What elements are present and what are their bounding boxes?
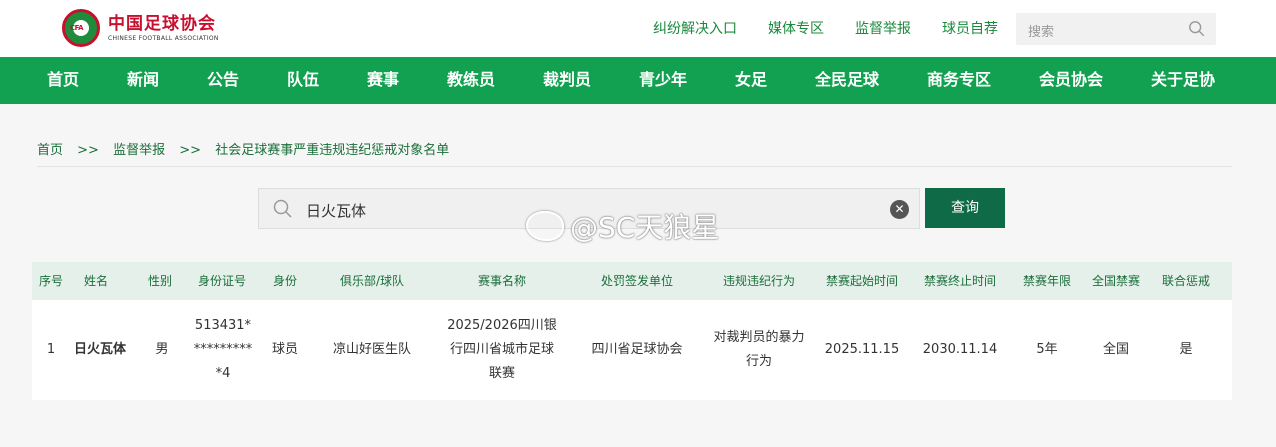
breadcrumb-separator: >> xyxy=(77,143,99,158)
top-link-media[interactable]: 媒体专区 xyxy=(768,20,824,38)
col-header: 赛事名称 xyxy=(477,274,526,288)
watermark-text: @SC天狼星 xyxy=(570,211,720,244)
top-link-report[interactable]: 监督举报 xyxy=(855,20,911,38)
logo-title: 中国足球协会 xyxy=(108,13,216,34)
cell-index: 1 xyxy=(46,342,56,357)
nav-youth[interactable]: 青少年 xyxy=(639,69,687,91)
breadcrumb-home[interactable]: 首页 xyxy=(37,143,63,158)
nav-events[interactable]: 赛事 xyxy=(367,69,399,91)
nav-grassroots[interactable]: 全民足球 xyxy=(815,69,879,91)
site-search-placeholder: 搜索 xyxy=(1028,25,1055,40)
logo-subtitle: CHINESE FOOTBALL ASSOCIATION xyxy=(108,34,219,42)
nav-announcements[interactable]: 公告 xyxy=(207,69,239,91)
cell-id-number: 513431* ********* *4 xyxy=(193,318,253,381)
cell-joint-punishment: 是 xyxy=(1179,342,1193,357)
cell-ban-end: 2030.11.14 xyxy=(922,342,998,357)
cell-role: 球员 xyxy=(271,342,298,357)
col-header: 禁赛终止时间 xyxy=(923,274,996,288)
search-icon xyxy=(273,199,292,218)
query-value[interactable]: 日火瓦体 xyxy=(306,200,366,221)
col-header: 禁赛年限 xyxy=(1022,274,1071,288)
cell-violation: 对裁判员的暴力 行为 xyxy=(713,330,805,369)
cell-competition: 2025/2026四川银 行四川省城市足球 联赛 xyxy=(447,318,557,381)
cell-issuer: 四川省足球协会 xyxy=(591,342,683,357)
breadcrumb-separator: >> xyxy=(179,143,202,158)
breadcrumb: 首页 >> 监督举报 >> 社会足球赛事严重违规违纪惩戒对象名单 xyxy=(37,139,459,158)
cell-name: 日火瓦体 xyxy=(73,342,126,357)
search-icon[interactable] xyxy=(1188,20,1206,38)
nav-referees[interactable]: 裁判员 xyxy=(543,69,591,91)
divider xyxy=(37,166,1232,167)
weibo-watermark: @SC天狼星 xyxy=(526,206,719,246)
col-header: 序号 xyxy=(38,274,63,288)
table-row: 1 日火瓦体 男 513431* ********* *4 球员 凉山好医生队 … xyxy=(32,300,1232,400)
col-header: 全国禁赛 xyxy=(1091,274,1140,288)
top-link-dispute[interactable]: 纠纷解决入口 xyxy=(653,20,737,38)
cell-gender: 男 xyxy=(155,342,169,357)
nav-teams[interactable]: 队伍 xyxy=(287,69,319,91)
breadcrumb-current: 社会足球赛事严重违规违纪惩戒对象名单 xyxy=(215,143,450,158)
nav-about[interactable]: 关于足协 xyxy=(1151,69,1215,91)
col-header: 禁赛起始时间 xyxy=(825,274,898,288)
col-header: 性别 xyxy=(147,274,172,288)
cell-club: 凉山好医生队 xyxy=(332,342,411,357)
cfa-emblem-icon: CFA xyxy=(62,9,100,47)
nav-womens[interactable]: 女足 xyxy=(735,69,767,91)
top-links: 纠纷解决入口 媒体专区 监督举报 球员自荐 xyxy=(653,20,1029,38)
query-button[interactable]: 查询 xyxy=(925,188,1005,228)
nav-business[interactable]: 商务专区 xyxy=(927,69,991,91)
top-bar: CFA 中国足球协会 CHINESE FOOTBALL ASSOCIATION … xyxy=(0,0,1276,57)
col-header: 联合惩戒 xyxy=(1161,274,1210,288)
col-header: 姓名 xyxy=(83,274,108,288)
cell-ban-years: 5年 xyxy=(1036,342,1058,357)
nav-news[interactable]: 新闻 xyxy=(127,69,159,91)
emblem-badge-text: CFA xyxy=(70,24,84,32)
breadcrumb-report[interactable]: 监督举报 xyxy=(113,143,165,158)
col-header: 处罚签发单位 xyxy=(600,274,673,288)
col-header: 俱乐部/球队 xyxy=(339,274,405,288)
weibo-icon xyxy=(526,211,564,241)
col-header: 身份 xyxy=(272,274,297,288)
cfa-logo[interactable]: CFA 中国足球协会 CHINESE FOOTBALL ASSOCIATION xyxy=(62,9,219,47)
table-header: 序号 姓名 性别 身份证号 身份 俱乐部/球队 赛事名称 处罚签发单位 违规违纪… xyxy=(32,262,1232,300)
site-search-input[interactable]: 搜索 xyxy=(1016,13,1216,45)
col-header: 违规违纪行为 xyxy=(722,274,795,288)
nav-members[interactable]: 会员协会 xyxy=(1039,69,1103,91)
col-header: 身份证号 xyxy=(197,274,246,288)
cell-ban-start: 2025.11.15 xyxy=(824,342,900,357)
top-link-player[interactable]: 球员自荐 xyxy=(942,20,998,38)
clear-icon[interactable]: ✕ xyxy=(890,200,909,219)
nav-home[interactable]: 首页 xyxy=(47,69,79,91)
nav-coaches[interactable]: 教练员 xyxy=(447,69,495,91)
sanction-table: 序号 姓名 性别 身份证号 身份 俱乐部/球队 赛事名称 处罚签发单位 违规违纪… xyxy=(32,262,1232,400)
main-nav: 首页 新闻 公告 队伍 赛事 教练员 裁判员 青少年 女足 全民足球 商务专区 … xyxy=(0,57,1276,104)
cell-national-ban: 全国 xyxy=(1102,342,1129,357)
